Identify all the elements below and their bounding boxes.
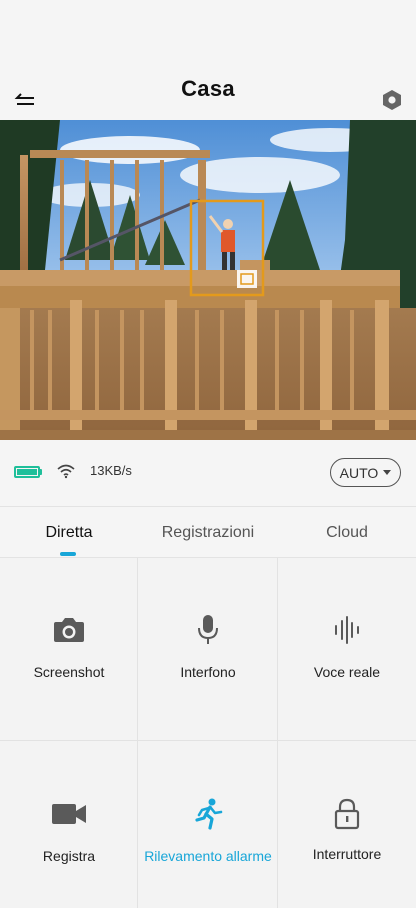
page-title: Casa — [181, 76, 235, 101]
camera-frame-image — [0, 120, 416, 440]
tab-bar: Diretta Registrazioni Cloud — [0, 506, 416, 558]
battery-icon — [14, 466, 40, 478]
switch-label: Interruttore — [312, 846, 382, 862]
alarm-detection-button[interactable]: Rilevamento allarme — [138, 794, 278, 864]
running-person-icon — [188, 794, 228, 834]
app-header — [0, 0, 416, 120]
screenshot-label: Screenshot — [33, 664, 105, 680]
intercom-label: Interfono — [180, 664, 236, 680]
lock-icon — [327, 794, 367, 834]
hexagon-settings-icon — [383, 90, 401, 110]
screenshot-button[interactable]: Screenshot — [0, 610, 138, 680]
network-speed: 13KB/s — [90, 463, 132, 478]
grid-divider — [0, 740, 416, 741]
live-video-feed[interactable] — [0, 120, 416, 440]
record-label: Registra — [42, 848, 96, 864]
microphone-icon — [188, 610, 228, 650]
quality-label: AUTO — [339, 464, 379, 481]
quality-selector-button[interactable]: AUTO — [330, 458, 401, 487]
action-grid: Screenshot Interfono Voce reale Registra… — [0, 558, 416, 908]
camera-icon — [49, 610, 89, 650]
switch-button[interactable]: Interruttore — [278, 794, 416, 862]
active-tab-indicator — [60, 552, 76, 556]
settings-button[interactable] — [378, 86, 406, 114]
video-camera-icon — [49, 794, 89, 834]
alarm-detection-label: Rilevamento allarme — [144, 848, 272, 864]
wifi-icon — [57, 464, 75, 479]
tab-registrazioni[interactable]: Registrazioni — [138, 507, 278, 559]
real-voice-label: Voce reale — [313, 664, 381, 680]
caret-down-icon — [383, 470, 392, 475]
battery-tip — [40, 469, 42, 475]
record-button[interactable]: Registra — [0, 794, 138, 864]
tab-cloud[interactable]: Cloud — [278, 507, 416, 559]
real-voice-button[interactable]: Voce reale — [278, 610, 416, 680]
voice-waveform-icon — [327, 610, 367, 650]
intercom-button[interactable]: Interfono — [138, 610, 278, 680]
